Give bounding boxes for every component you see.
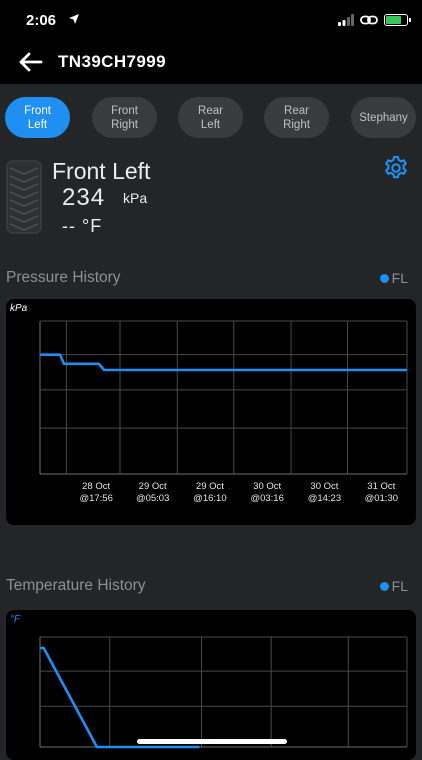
gear-icon[interactable] — [382, 154, 410, 182]
temperature-legend: FL — [379, 578, 408, 594]
pressure-chart: kPa 28 Oct @17:56 29 Oct @05:03 29 Oct @16:10 3… — [6, 299, 416, 525]
pressure-unit: kPa — [123, 190, 148, 206]
series-line — [40, 646, 200, 749]
status-time: 2:06 — [26, 12, 57, 29]
x-tick-label: 28 Oct — [82, 481, 110, 492]
tab-stephany[interactable]: Stephany — [351, 97, 416, 138]
x-tick-label: @16:10 — [193, 493, 226, 504]
tire-tread-icon — [6, 160, 42, 234]
x-tick-label: 30 Oct — [253, 481, 281, 492]
pressure-legend-label: FL — [391, 270, 408, 286]
tab-front-right[interactable]: Front Right — [92, 97, 157, 138]
temperature-chart-svg: °F — [10, 614, 408, 749]
chart-unit-label: kPa — [10, 303, 28, 314]
tab-rear-left[interactable]: Rear Left — [178, 97, 243, 138]
top-bar: 2:06 TN39CH7999 — [0, 0, 422, 84]
back-arrow-icon[interactable] — [18, 50, 44, 74]
location-arrow-icon — [69, 14, 79, 24]
signal-icon — [338, 14, 354, 26]
x-tick-label: 30 Oct — [310, 481, 338, 492]
status-icons — [338, 12, 411, 28]
series-line — [40, 353, 407, 372]
temperature-legend-label: FL — [391, 578, 408, 594]
pressure-legend: FL — [379, 270, 408, 286]
x-tick-label: @01:30 — [365, 493, 398, 504]
tire-name: Front Left — [52, 158, 151, 184]
vehicle-title: TN39CH7999 — [58, 52, 166, 71]
home-indicator[interactable] — [137, 739, 287, 744]
pressure-history-title: Pressure History — [6, 269, 121, 286]
x-tick-label: @03:16 — [250, 493, 283, 504]
chart-unit-label: °F — [10, 614, 21, 625]
x-tick-label: 29 Oct — [196, 481, 224, 492]
tab-front-left[interactable]: Front Left — [5, 97, 70, 138]
legend-dot — [379, 581, 389, 591]
pressure-chart-svg: kPa28 Oct@17:5629 Oct@05:0329 Oct@16:103… — [10, 303, 408, 504]
x-tick-label: @17:56 — [79, 493, 112, 504]
battery-icon — [384, 14, 411, 26]
legend-dot — [379, 273, 389, 283]
x-tick-label: 29 Oct — [139, 481, 167, 492]
temperature-chart: °F — [6, 610, 416, 760]
x-tick-label: 31 Oct — [367, 481, 395, 492]
temperature-history-title: Temperature History — [6, 577, 146, 594]
pressure-value: 234 — [62, 184, 106, 211]
x-tick-label: @05:03 — [136, 493, 169, 504]
tab-rear-right[interactable]: Rear Right — [264, 97, 329, 138]
link-icon — [360, 15, 378, 25]
x-tick-label: @14:23 — [308, 493, 341, 504]
temperature-value: -- °F — [62, 216, 103, 236]
